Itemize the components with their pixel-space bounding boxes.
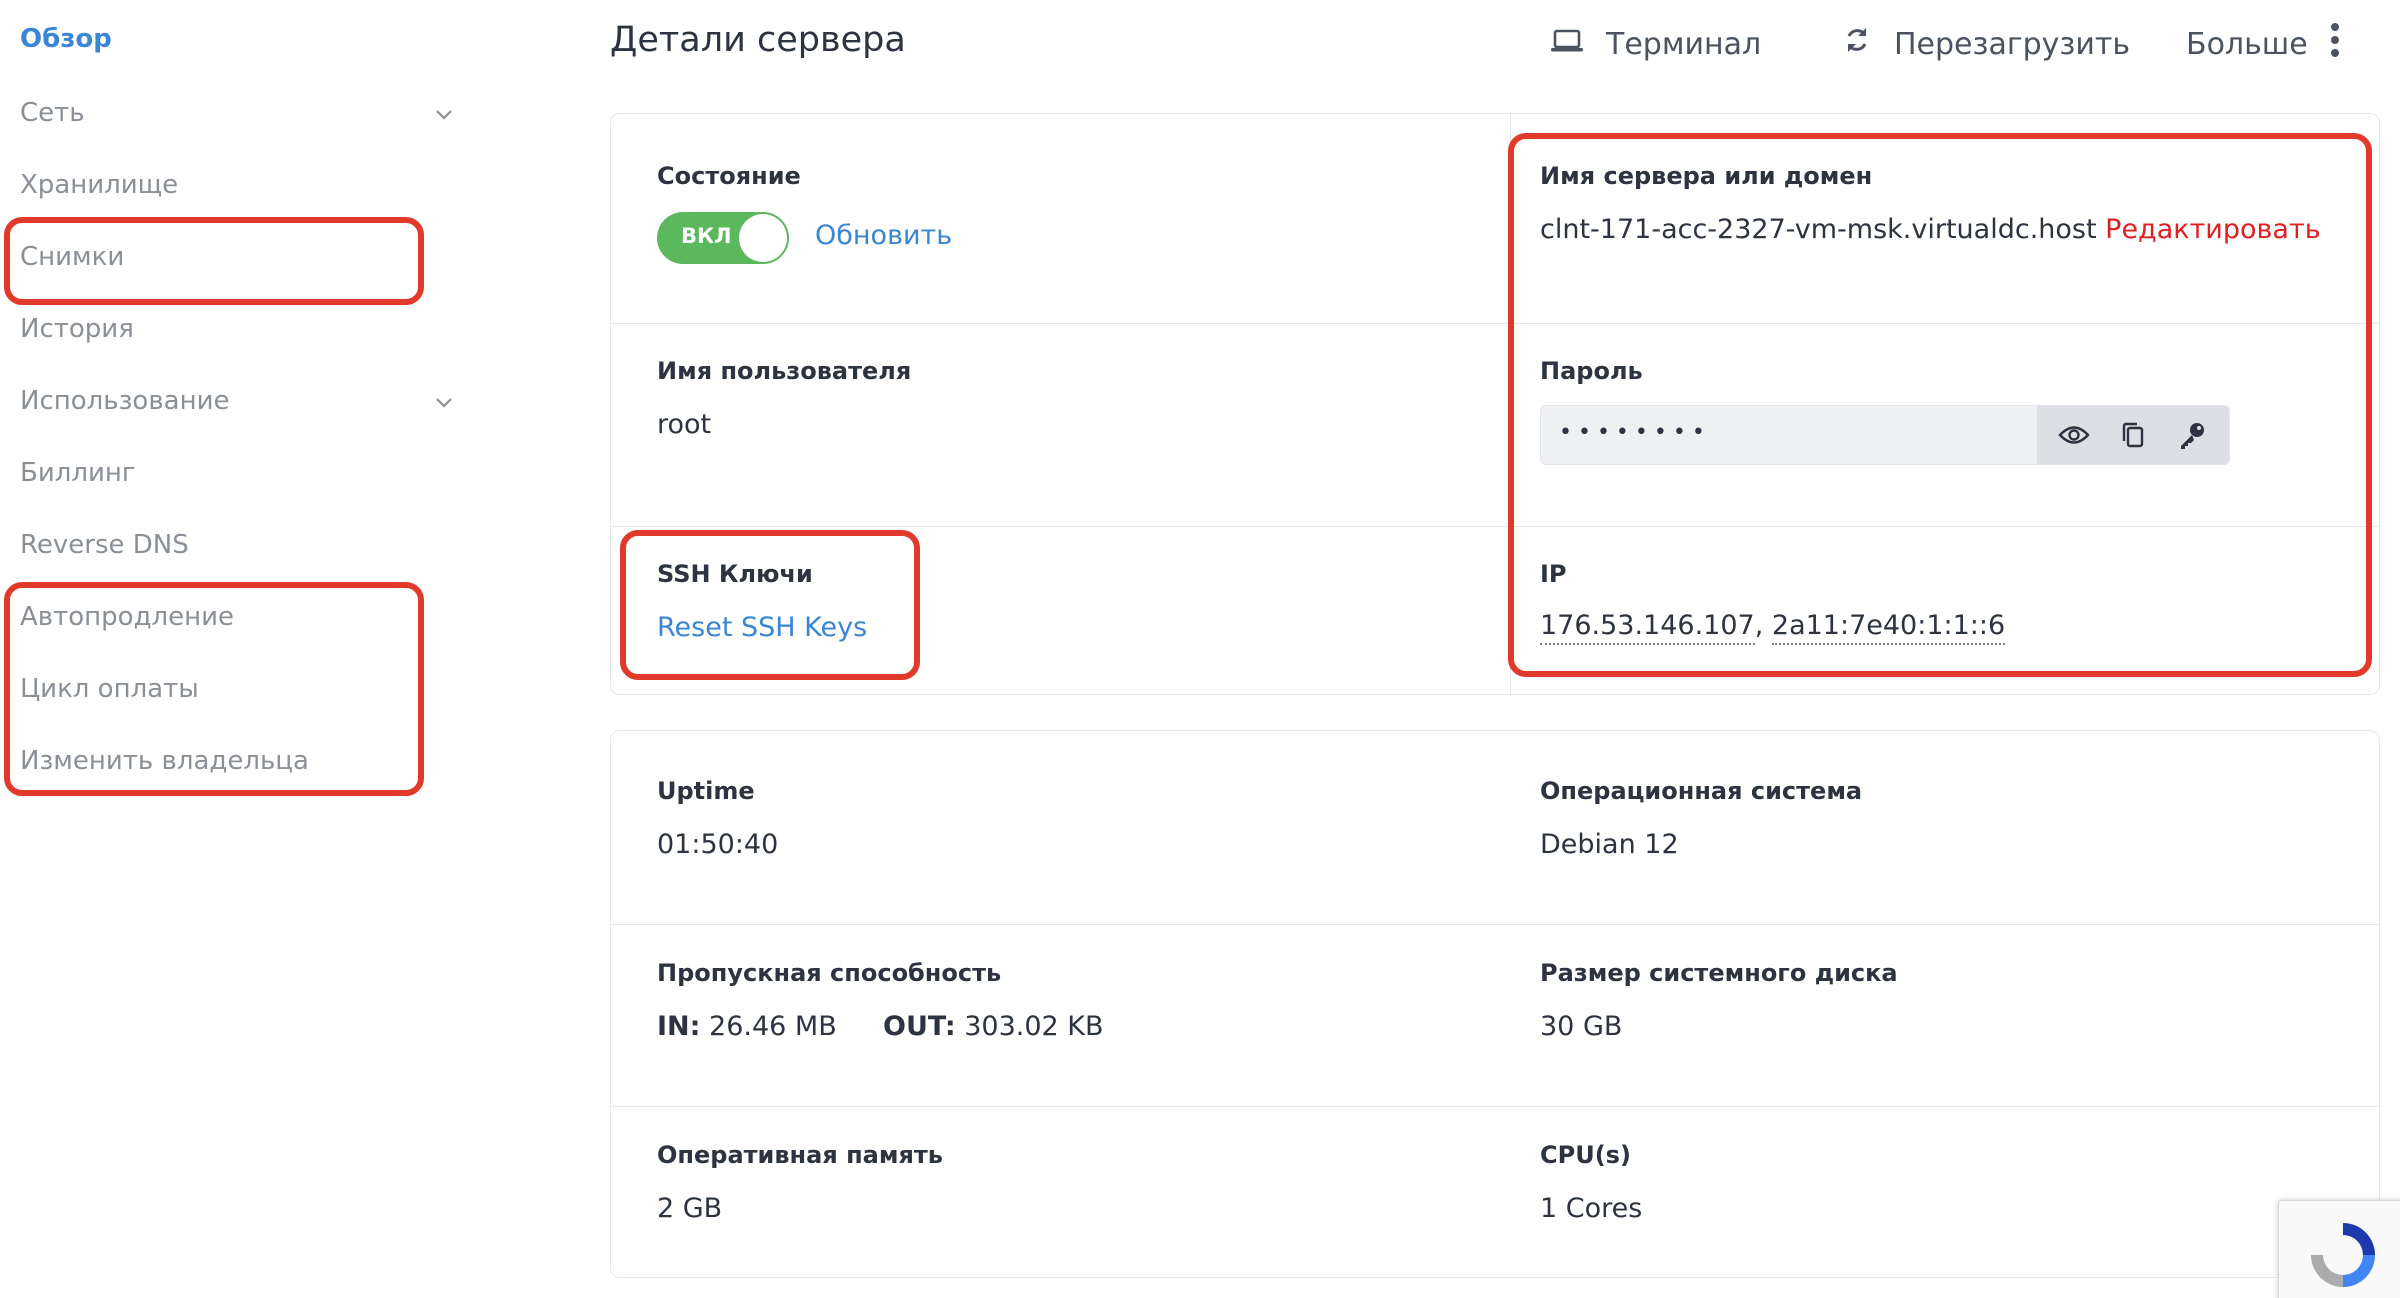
sidebar-item-storage[interactable]: Хранилище bbox=[20, 170, 178, 200]
chevron-down-icon[interactable] bbox=[425, 100, 463, 130]
highlight-ssh-keys bbox=[620, 530, 920, 680]
sidebar-item-network[interactable]: Сеть bbox=[20, 98, 85, 128]
server-stats-card: Uptime 01:50:40 Операционная система Deb… bbox=[610, 730, 2380, 1278]
power-toggle[interactable]: ВКЛ bbox=[657, 212, 789, 264]
sidebar-item-reverse-dns[interactable]: Reverse DNS bbox=[20, 530, 189, 560]
recaptcha-badge[interactable] bbox=[2278, 1200, 2400, 1298]
cpu-label: CPU(s) bbox=[1540, 1141, 1631, 1169]
username-label: Имя пользователя bbox=[657, 357, 912, 385]
terminal-button[interactable]: Терминал bbox=[1550, 20, 1761, 68]
toggle-knob bbox=[739, 214, 787, 262]
kebab-menu-icon bbox=[2330, 22, 2340, 66]
sidebar-item-billing[interactable]: Биллинг bbox=[20, 458, 136, 488]
refresh-link[interactable]: Обновить bbox=[815, 220, 952, 251]
os-label: Операционная система bbox=[1540, 777, 1863, 805]
laptop-icon bbox=[1550, 27, 1584, 62]
more-button[interactable]: Больше bbox=[2186, 20, 2340, 68]
uptime-label: Uptime bbox=[657, 777, 755, 805]
bandwidth-in-label: IN: bbox=[657, 1011, 701, 1042]
bandwidth-in: IN: 26.46 MB bbox=[657, 1011, 837, 1042]
reboot-label: Перезагрузить bbox=[1894, 26, 2131, 62]
disk-size-value: 30 GB bbox=[1540, 1011, 1623, 1042]
highlight-snapshots bbox=[4, 217, 424, 305]
username-value: root bbox=[657, 409, 712, 440]
bandwidth-in-value: 26.46 MB bbox=[709, 1011, 837, 1042]
sidebar-item-overview[interactable]: Обзор bbox=[20, 24, 112, 54]
state-label: Состояние bbox=[657, 162, 801, 190]
sidebar-item-history[interactable]: История bbox=[20, 314, 134, 344]
refresh-icon bbox=[1842, 25, 1872, 63]
cpu-value: 1 Cores bbox=[1540, 1193, 1643, 1224]
chevron-down-icon[interactable] bbox=[425, 388, 463, 418]
ram-label: Оперативная память bbox=[657, 1141, 943, 1169]
page-title: Детали сервера bbox=[610, 20, 906, 60]
highlight-billing-items bbox=[4, 582, 424, 796]
reboot-button[interactable]: Перезагрузить bbox=[1842, 20, 2130, 68]
divider bbox=[611, 1106, 2379, 1107]
toggle-text: ВКЛ bbox=[681, 224, 732, 248]
divider bbox=[611, 924, 2379, 925]
bandwidth-label: Пропускная способность bbox=[657, 959, 1002, 987]
more-label: Больше bbox=[2186, 26, 2308, 62]
highlight-server-credentials bbox=[1508, 133, 2372, 677]
os-value: Debian 12 bbox=[1540, 829, 1679, 860]
uptime-value: 01:50:40 bbox=[657, 829, 779, 860]
bandwidth-out-label: OUT: bbox=[883, 1011, 956, 1042]
sidebar-item-usage[interactable]: Использование bbox=[20, 386, 229, 416]
bandwidth-out-value: 303.02 KB bbox=[964, 1011, 1104, 1042]
ram-value: 2 GB bbox=[657, 1193, 723, 1224]
disk-size-label: Размер системного диска bbox=[1540, 959, 1898, 987]
bandwidth-out: OUT: 303.02 KB bbox=[883, 1011, 1104, 1042]
terminal-label: Терминал bbox=[1606, 26, 1762, 62]
